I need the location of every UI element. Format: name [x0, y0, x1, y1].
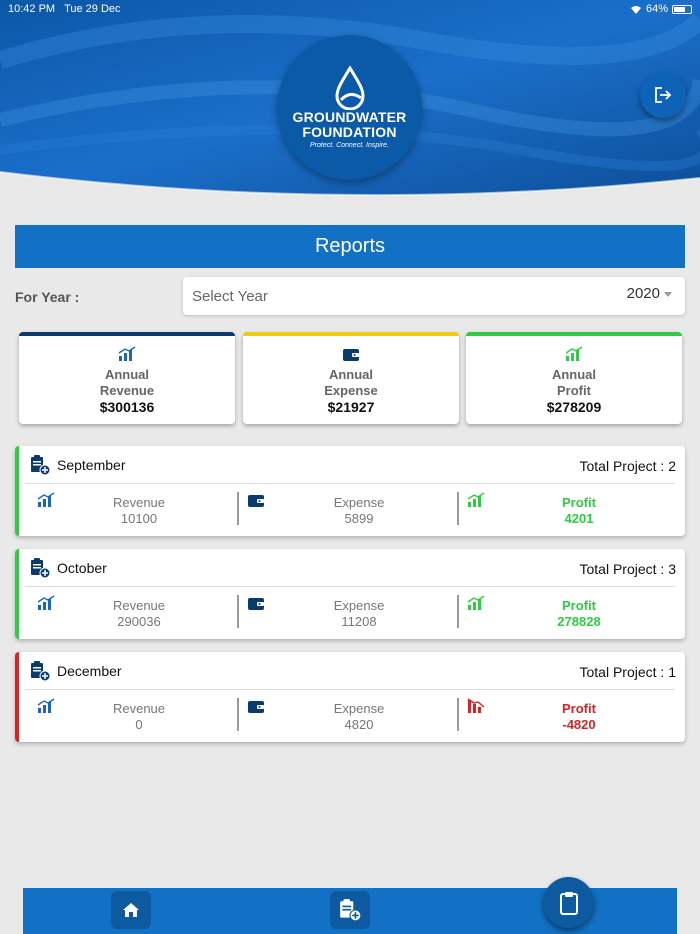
add-project-icon: [340, 899, 362, 922]
annual-revenue-card: Annual Revenue $300136: [19, 332, 235, 424]
revenue-metric: Revenue 0: [19, 698, 239, 734]
expense-value: 5899: [344, 511, 374, 526]
add-project-icon: [31, 558, 51, 579]
expense-label: Expense: [333, 701, 385, 716]
profit-label: Profit: [562, 598, 596, 613]
month-card-september[interactable]: September Total Project : 2 Revenue 1010…: [15, 446, 685, 536]
profit-value: 278828: [557, 614, 601, 629]
year-filter-label: For Year :: [15, 289, 80, 305]
month-name: October: [57, 560, 107, 576]
month-name: December: [57, 663, 122, 679]
annual-revenue-label: Annual Revenue: [19, 367, 235, 399]
summary-label-line1: Annual: [551, 367, 597, 382]
revenue-label: Revenue: [112, 701, 166, 716]
groundwater-foundation-logo: GROUNDWATER FOUNDATION Protect. Connect.…: [277, 35, 422, 180]
revenue-value: 10100: [120, 511, 158, 526]
wifi-icon: [630, 5, 641, 14]
profit-metric: Profit -4820: [459, 698, 679, 734]
annual-expense-label: Annual Expense: [243, 367, 459, 399]
logo-tagline: Protect. Connect. Inspire.: [310, 142, 389, 149]
expense-label: Expense: [333, 598, 385, 613]
status-time: 10:42 PM Tue 29 Dec: [8, 3, 121, 15]
home-button[interactable]: [111, 891, 151, 929]
logo-title: GROUNDWATER FOUNDATION: [293, 110, 407, 140]
expense-metric: Expense 4820: [239, 698, 459, 734]
profit-metric: Profit 4201: [459, 492, 679, 528]
reports-fab-button[interactable]: [543, 877, 594, 928]
expense-value: 4820: [344, 717, 374, 732]
revenue-metric: Revenue 10100: [19, 492, 239, 528]
month-header: October: [29, 557, 107, 579]
add-project-icon: [31, 455, 51, 476]
month-card-october[interactable]: October Total Project : 3 Revenue 290036…: [15, 549, 685, 639]
year-select-placeholder: Select Year: [192, 288, 268, 305]
year-select-dropdown[interactable]: Select Year 2020: [183, 277, 685, 315]
status-date-text: Tue 29 Dec: [64, 3, 121, 15]
reports-title-bar: Reports: [15, 225, 685, 268]
logo-line-1: GROUNDWATER: [292, 109, 407, 125]
status-time-text: 10:42 PM: [8, 3, 56, 15]
water-drop-icon: [334, 66, 365, 110]
annual-expense-value: $21927: [327, 399, 375, 415]
divider: [25, 586, 675, 587]
summary-label-line2: Expense: [324, 383, 378, 398]
profit-label: Profit: [562, 701, 596, 716]
revenue-label: Revenue: [112, 495, 166, 510]
profit-value: 4201: [564, 511, 594, 526]
summary-label-line1: Annual: [104, 367, 150, 382]
profit-metric: Profit 278828: [459, 595, 679, 631]
add-project-icon: [31, 661, 51, 682]
expense-label: Expense: [333, 495, 385, 510]
status-bar: 10:42 PM Tue 29 Dec 64%: [0, 0, 700, 18]
header: 10:42 PM Tue 29 Dec 64% GROUNDWATER FOUN…: [0, 0, 700, 205]
home-icon: [123, 903, 139, 917]
profit-chart-icon: [565, 346, 583, 361]
battery-percentage: 64%: [645, 3, 668, 15]
divider: [25, 483, 675, 484]
logout-icon: [655, 87, 672, 103]
revenue-value: 290036: [117, 614, 161, 629]
chevron-down-icon: [664, 292, 672, 297]
expense-metric: Expense 11208: [239, 595, 459, 631]
total-project-count: Total Project : 2: [579, 458, 677, 474]
revenue-label: Revenue: [112, 598, 166, 613]
profit-value: -4820: [562, 717, 596, 732]
divider: [25, 689, 675, 690]
revenue-value: 0: [135, 717, 143, 732]
annual-revenue-value: $300136: [99, 399, 155, 415]
wallet-icon: [343, 349, 359, 361]
annual-expense-card: Annual Expense $21927: [243, 332, 459, 424]
month-card-december[interactable]: December Total Project : 1 Revenue 0 Exp…: [15, 652, 685, 742]
battery-icon: [672, 4, 692, 14]
expense-metric: Expense 5899: [239, 492, 459, 528]
total-project-count: Total Project : 3: [579, 561, 677, 577]
annual-profit-value: $278209: [546, 399, 602, 415]
year-select-value: 2020: [626, 285, 660, 302]
logout-button[interactable]: [640, 72, 686, 118]
revenue-metric: Revenue 290036: [19, 595, 239, 631]
annual-profit-card: Annual Profit $278209: [466, 332, 682, 424]
month-name: September: [57, 457, 126, 473]
profit-label: Profit: [562, 495, 596, 510]
summary-label-line2: Profit: [557, 383, 591, 398]
month-header: September: [29, 454, 125, 476]
add-project-button[interactable]: [330, 891, 370, 929]
expense-value: 11208: [341, 614, 377, 629]
summary-label-line2: Revenue: [99, 383, 155, 398]
month-header: December: [29, 660, 122, 682]
reports-title: Reports: [314, 235, 386, 257]
logo-line-2: FOUNDATION: [302, 124, 397, 140]
summary-label-line1: Annual: [328, 367, 374, 382]
clipboard-icon: [559, 891, 578, 915]
annual-profit-label: Annual Profit: [466, 367, 682, 399]
revenue-chart-icon: [118, 346, 136, 361]
status-right: 64%: [630, 3, 692, 15]
total-project-count: Total Project : 1: [579, 664, 677, 680]
